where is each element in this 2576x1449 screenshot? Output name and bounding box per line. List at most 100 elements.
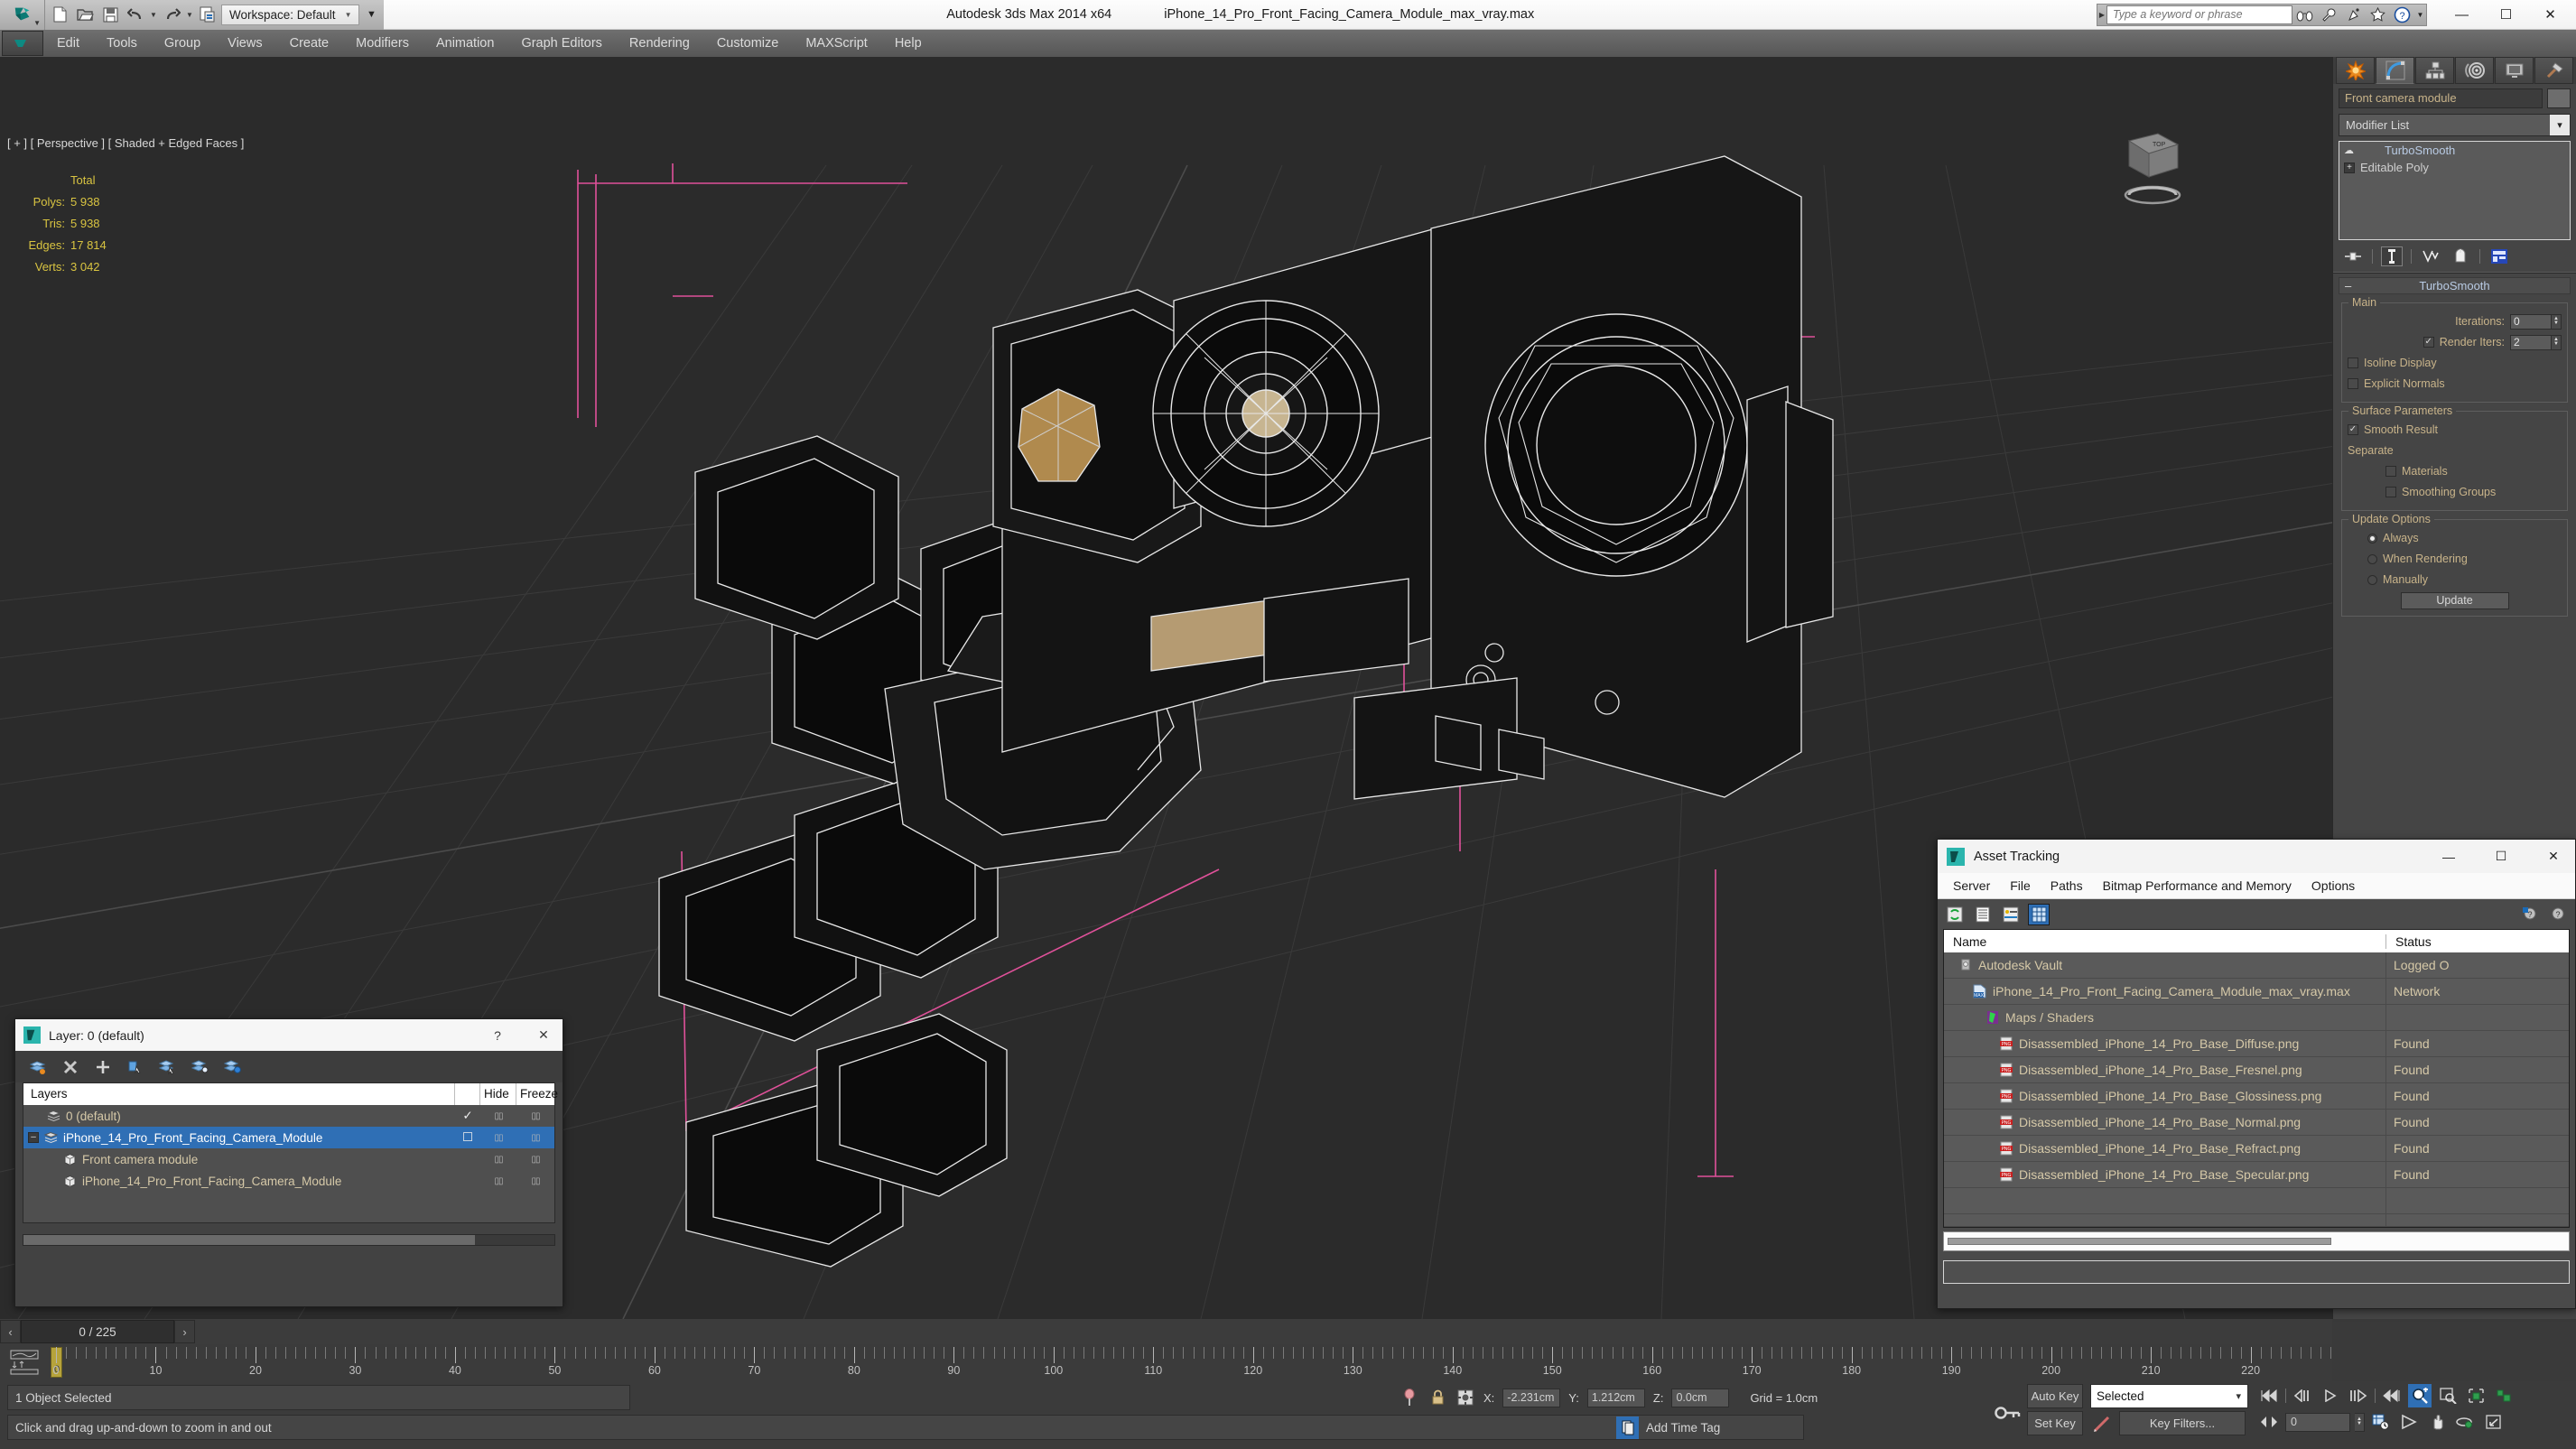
menu-item-edit[interactable]: Edit — [43, 30, 93, 57]
modifier-list-dropdown[interactable]: Modifier List ▾ — [2339, 114, 2571, 136]
modifier-stack-item-turbosmooth[interactable]: ☁ TurboSmooth — [2339, 142, 2570, 159]
table-row[interactable]: PNG Disassembled_iPhone_14_Pro_Base_Refr… — [1944, 1135, 2569, 1162]
collapse-icon[interactable]: – — [28, 1132, 39, 1143]
asset-tracking-window[interactable]: Asset Tracking — ☐ ✕ Server File Paths B… — [1937, 839, 2576, 1309]
iterations-value[interactable]: 0 — [2510, 313, 2552, 330]
wrench-icon[interactable] — [2317, 4, 2341, 26]
layer-freeze-toggle[interactable]: ▯▯ — [516, 1155, 554, 1165]
satellite-icon[interactable] — [2341, 4, 2366, 26]
collapse-icon[interactable]: – — [2345, 279, 2351, 293]
qat-overflow-icon[interactable]: ▼ — [361, 3, 381, 26]
configure-modifier-sets-icon[interactable] — [2488, 246, 2510, 266]
layer-freeze-toggle[interactable]: ▯▯ — [516, 1176, 554, 1186]
table-row[interactable]: Front camera module ▯▯ ▯▯ — [23, 1148, 554, 1170]
menu-item-tools[interactable]: Tools — [93, 30, 151, 57]
help-add-icon[interactable]: ? — [2520, 905, 2540, 924]
layer-help-button[interactable]: ? — [479, 1019, 516, 1051]
asset-menu-server[interactable]: Server — [1943, 873, 2000, 899]
create-new-layer-icon[interactable] — [28, 1057, 48, 1077]
view-cube[interactable]: TOP — [2102, 125, 2197, 219]
layer-col-layers[interactable]: Layers — [23, 1083, 455, 1105]
table-row[interactable]: PNG Disassembled_iPhone_14_Pro_Base_Diff… — [1944, 1030, 2569, 1057]
prev-frame-arrow[interactable]: ‹ — [0, 1320, 21, 1343]
modifier-stack[interactable]: ☁ TurboSmooth + Editable Poly — [2339, 141, 2571, 240]
redo-icon[interactable] — [160, 3, 183, 26]
hierarchy-tab[interactable] — [2415, 57, 2454, 84]
open-file-icon[interactable] — [73, 3, 97, 26]
viewport-label[interactable]: [ + ] [ Perspective ] [ Shaded + Edged F… — [7, 136, 244, 150]
layer-grid-empty-area[interactable] — [23, 1192, 554, 1222]
minimize-button[interactable]: — — [2440, 0, 2484, 30]
asset-col-name[interactable]: Name — [1944, 933, 2386, 949]
spinner-arrows-icon[interactable]: ▲ ▼ — [2552, 313, 2562, 330]
layer-close-button[interactable]: ✕ — [525, 1019, 563, 1051]
key-mode-icon[interactable] — [1991, 1385, 2023, 1441]
asset-restore-button[interactable]: ☐ — [2479, 840, 2523, 873]
refresh-icon[interactable] — [1945, 905, 1965, 924]
next-frame-arrow[interactable]: › — [174, 1320, 195, 1343]
play-icon[interactable] — [2319, 1384, 2342, 1407]
modifier-stack-item-editable-poly[interactable]: + Editable Poly — [2339, 159, 2570, 176]
lock-selection-icon[interactable] — [1427, 1388, 1447, 1407]
table-row[interactable]: PNG Disassembled_iPhone_14_Pro_Base_Glos… — [1944, 1082, 2569, 1110]
star-icon[interactable] — [2366, 4, 2390, 26]
layer-col-current[interactable] — [455, 1083, 480, 1105]
new-file-icon[interactable] — [48, 3, 71, 26]
menu-item-customize[interactable]: Customize — [703, 30, 793, 57]
table-row[interactable]: 0 (default) ✓ ▯▯ ▯▯ — [23, 1105, 554, 1127]
always-radio[interactable] — [2367, 533, 2377, 543]
current-frame-display[interactable]: 0 / 225 — [21, 1320, 174, 1343]
list-view-icon[interactable] — [1973, 905, 1993, 924]
undo-icon[interactable] — [124, 3, 147, 26]
layer-freeze-toggle[interactable]: ▯▯ — [516, 1111, 554, 1121]
add-time-tag-label[interactable]: Add Time Tag — [1646, 1421, 1720, 1435]
help-dropdown-icon[interactable]: ▼ — [2414, 4, 2426, 26]
update-button[interactable]: Update — [2400, 592, 2509, 609]
asset-horizontal-scrollbar[interactable] — [1943, 1231, 2570, 1251]
zoom-all-icon[interactable] — [2436, 1384, 2460, 1407]
menu-item-views[interactable]: Views — [214, 30, 275, 57]
layer-hide-toggle[interactable]: ▯▯ — [480, 1111, 516, 1121]
menu-item-graph-editors[interactable]: Graph Editors — [507, 30, 615, 57]
smoothing-groups-checkbox[interactable] — [2385, 487, 2396, 497]
asset-menu-paths[interactable]: Paths — [2041, 873, 2093, 899]
prev-frame-icon[interactable] — [2291, 1384, 2314, 1407]
isoline-display-checkbox[interactable] — [2348, 358, 2358, 368]
undo-dropdown-icon[interactable]: ▼ — [149, 3, 158, 26]
chevron-down-icon[interactable]: ▾ — [2236, 1390, 2241, 1402]
iterations-spinner[interactable]: 0 ▲ ▼ — [2510, 313, 2562, 330]
timeline-ruler[interactable]: 0 0 10 20 30 40 50 60 70 80 90 100 110 120 130 140 150 1… — [51, 1344, 2332, 1381]
make-unique-icon[interactable] — [2420, 246, 2441, 266]
layer-properties-icon[interactable] — [223, 1057, 243, 1077]
next-frame-icon[interactable] — [2347, 1384, 2370, 1407]
render-iters-spinner[interactable]: 2 ▲ ▼ — [2510, 334, 2562, 350]
layer-current-marker[interactable]: ✓ — [455, 1109, 480, 1123]
auto-key-button[interactable]: Auto Key — [2027, 1384, 2083, 1408]
select-highlighted-icon[interactable] — [158, 1057, 178, 1077]
pan-icon[interactable] — [2425, 1410, 2449, 1434]
asset-col-status[interactable]: Status — [2386, 934, 2569, 949]
manually-radio[interactable] — [2367, 574, 2377, 585]
layer-dialog[interactable]: Layer: 0 (default) ? ✕ Layers Hide Freez… — [14, 1018, 563, 1307]
absolute-mode-icon[interactable] — [1455, 1388, 1475, 1407]
table-row[interactable]: Autodesk Vault Logged O — [1944, 952, 2569, 979]
pin-stack-icon[interactable] — [2342, 246, 2364, 266]
spinner-arrows-icon[interactable]: ▲ ▼ — [2552, 334, 2562, 350]
y-coordinate-field[interactable]: 1.212cm — [1586, 1388, 1645, 1407]
menu-app-logo-icon[interactable] — [2, 31, 43, 56]
layer-hide-toggle[interactable]: ▯▯ — [480, 1176, 516, 1186]
search-input[interactable] — [2106, 5, 2292, 24]
frame-spinner-icon[interactable]: ▲ ▼ — [2355, 1412, 2365, 1432]
goto-start-icon[interactable] — [2257, 1384, 2281, 1407]
table-row[interactable] — [1944, 1213, 2569, 1227]
layer-col-freeze[interactable]: Freeze — [516, 1083, 558, 1105]
rollout-header[interactable]: – TurboSmooth — [2339, 277, 2571, 294]
menu-item-group[interactable]: Group — [151, 30, 214, 57]
current-frame-input[interactable]: 0 — [2285, 1412, 2350, 1432]
menu-item-rendering[interactable]: Rendering — [616, 30, 703, 57]
zoom-icon[interactable] — [2408, 1384, 2432, 1407]
layer-hide-toggle[interactable]: ▯▯ — [480, 1133, 516, 1143]
application-menu-button[interactable]: ▼ — [0, 0, 45, 30]
zoom-extents-all-icon[interactable] — [2492, 1384, 2516, 1407]
table-row[interactable]: – iPhone_14_Pro_Front_Facing_Camera_Modu… — [23, 1127, 554, 1148]
